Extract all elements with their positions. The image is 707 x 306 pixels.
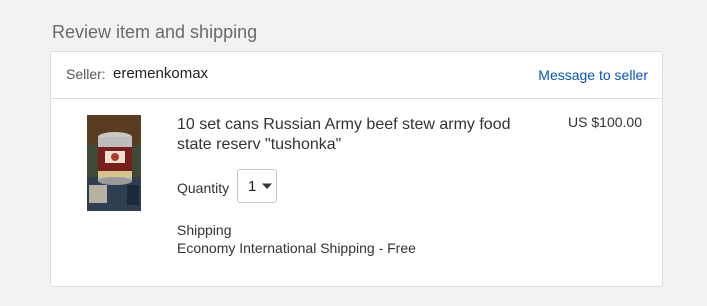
- order-card: Seller: eremenkomax Message to seller 10…: [50, 51, 663, 287]
- shipping-label: Shipping: [177, 222, 232, 238]
- quantity-label: Quantity: [177, 180, 230, 196]
- seller-name: eremenkomax: [113, 65, 209, 82]
- quantity-select[interactable]: 1: [237, 169, 277, 203]
- product-image[interactable]: [87, 115, 141, 211]
- seller-header: Seller: eremenkomax Message to seller: [51, 52, 662, 99]
- shipping-method: Economy International Shipping - Free: [177, 240, 416, 256]
- item-title[interactable]: 10 set cans Russian Army beef stew army …: [177, 115, 537, 155]
- quantity-value: 1: [248, 178, 257, 195]
- cart-item: 10 set cans Russian Army beef stew army …: [51, 99, 662, 285]
- seller-label: Seller:: [66, 66, 106, 82]
- message-seller-link[interactable]: Message to seller: [538, 67, 648, 83]
- caret-down-icon: [262, 183, 272, 189]
- section-title: Review item and shipping: [52, 22, 258, 42]
- item-price: US $100.00: [568, 114, 642, 130]
- product-photo-can-icon: [87, 115, 141, 211]
